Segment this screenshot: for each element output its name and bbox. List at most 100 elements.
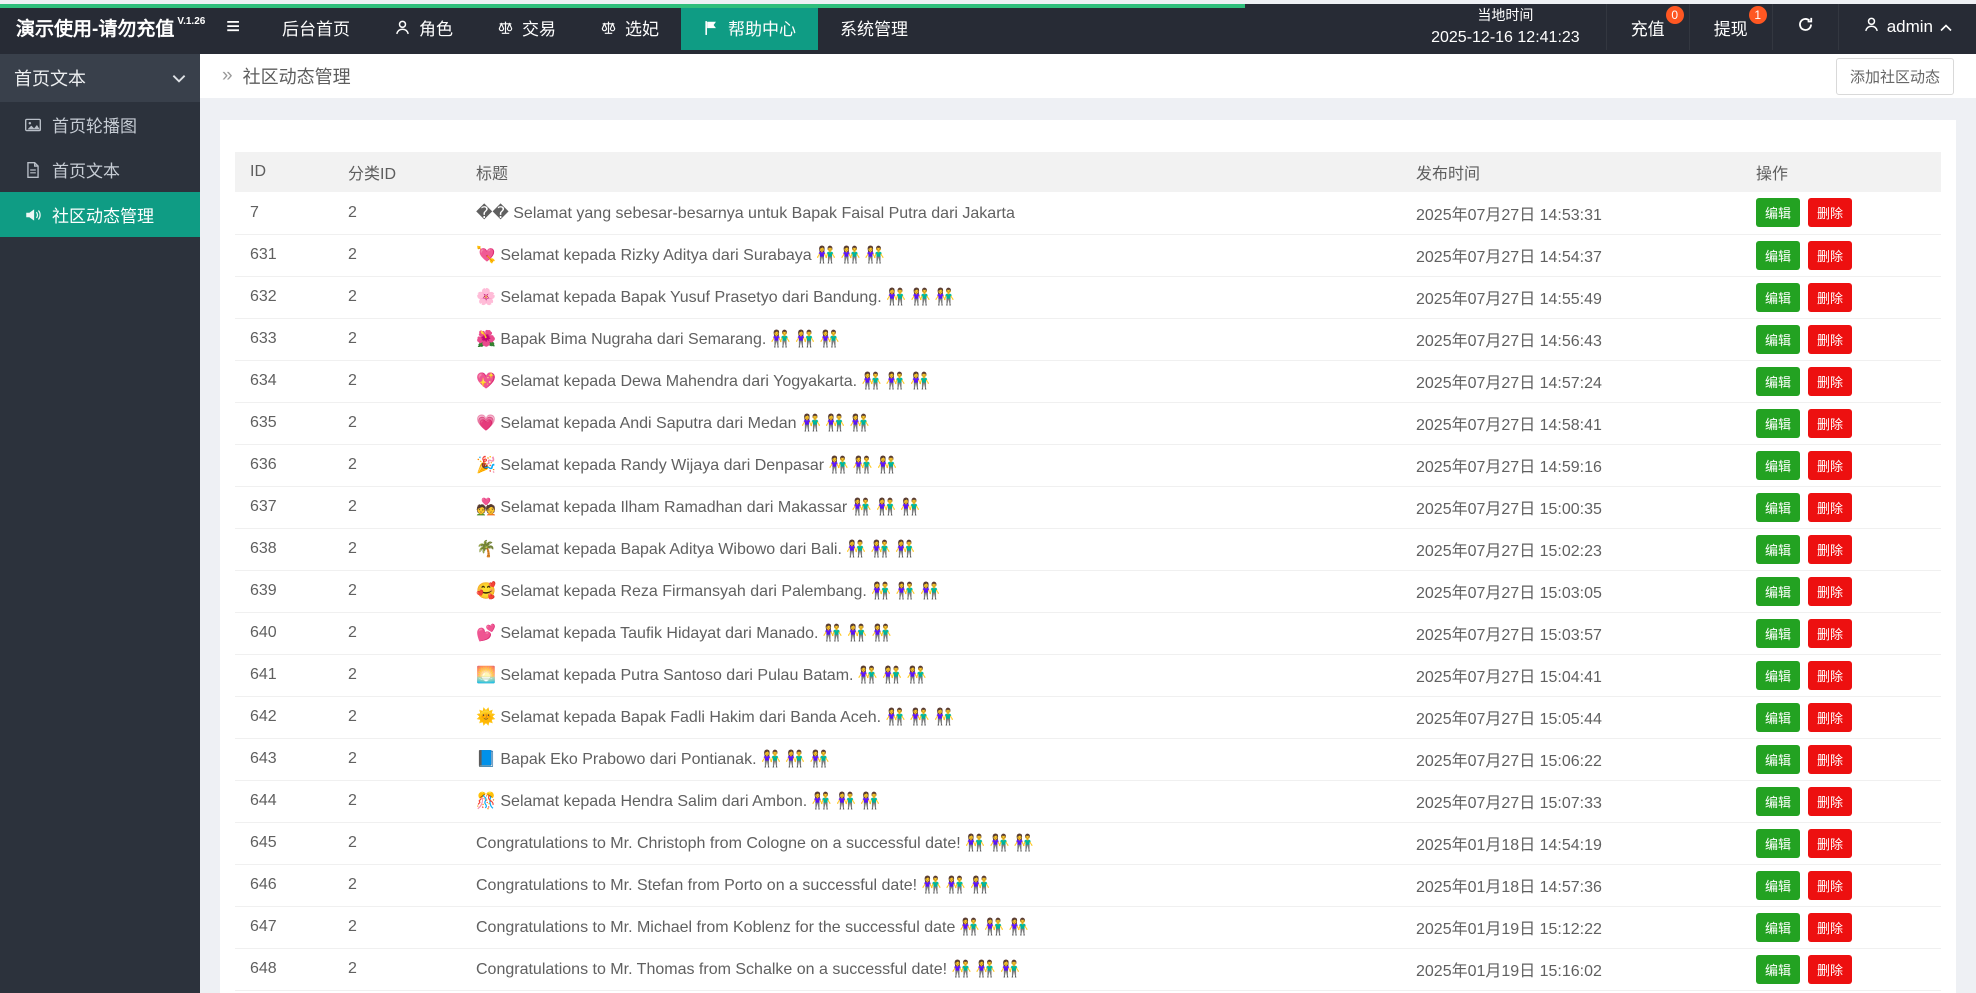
- edit-button[interactable]: 编辑: [1756, 240, 1801, 270]
- delete-button[interactable]: 删除: [1808, 870, 1853, 900]
- nav-item-1[interactable]: 后台首页: [260, 4, 372, 50]
- nav-item-label: 选妃: [625, 19, 659, 39]
- cell-category-id: 2: [333, 906, 461, 949]
- delete-button[interactable]: 删除: [1808, 660, 1853, 690]
- edit-button[interactable]: 编辑: [1756, 534, 1801, 564]
- nav-item-6[interactable]: 系统管理: [818, 4, 930, 50]
- cell-title: Congratulations to Mr. Michael from Kobl…: [461, 906, 1401, 949]
- nav-item-4[interactable]: 选妃: [578, 4, 681, 50]
- sidebar-item-2[interactable]: 首页文本: [0, 147, 200, 192]
- sidebar-item-1[interactable]: 首页轮播图: [0, 102, 200, 147]
- table-row: 635 2 💗 Selamat kepada Andi Saputra dari M…: [235, 402, 1941, 445]
- cell-category-id: 2: [333, 738, 461, 781]
- edit-button[interactable]: 编辑: [1756, 618, 1801, 648]
- nav-item-5[interactable]: 帮助中心: [681, 4, 818, 50]
- edit-button[interactable]: 编辑: [1756, 576, 1801, 606]
- edit-button[interactable]: 编辑: [1756, 870, 1801, 900]
- cell-category-id: 2: [333, 276, 461, 319]
- cell-id: 648: [235, 948, 333, 991]
- cell-id: 7: [235, 192, 333, 235]
- cell-category-id: 2: [333, 612, 461, 655]
- delete-button[interactable]: 删除: [1808, 912, 1853, 942]
- edit-button[interactable]: 编辑: [1756, 282, 1801, 312]
- edit-button[interactable]: 编辑: [1756, 912, 1801, 942]
- column-header-3: 标题: [461, 152, 1401, 192]
- cell-title: 🎊 Selamat kepada Hendra Salim dari Ambon…: [461, 780, 1401, 823]
- delete-button[interactable]: 删除: [1808, 450, 1853, 480]
- cell-title: Congratulations to Mr. Christoph from Co…: [461, 822, 1401, 865]
- cell-actions: 编辑 删除: [1741, 486, 1941, 529]
- sidebar-section-header[interactable]: 首页文本: [0, 54, 200, 102]
- edit-button[interactable]: 编辑: [1756, 450, 1801, 480]
- cell-title: 🎉 Selamat kepada Randy Wijaya dari Denpa…: [461, 444, 1401, 487]
- table-row: 647 2 Congratulations to Mr. Michael from …: [235, 906, 1941, 949]
- delete-button[interactable]: 删除: [1808, 282, 1853, 312]
- refresh-button[interactable]: [1771, 4, 1838, 50]
- cell-id: 636: [235, 444, 333, 487]
- topbar: 演示使用-请勿充值 V.1.26 ≡ 后台首页 角色 交易 选妃 帮助中心 系统管理 当地时…: [0, 4, 1976, 54]
- table-row: 637 2 💑 Selamat kepada Ilham Ramadhan dari…: [235, 486, 1941, 529]
- topbar-right: 当地时间 2025-12-16 12:41:23 充值 0 提现 1 admin: [1405, 4, 1976, 50]
- delete-button[interactable]: 删除: [1808, 534, 1853, 564]
- add-community-post-button[interactable]: 添加社区动态: [1835, 57, 1954, 95]
- delete-button[interactable]: 删除: [1808, 492, 1853, 522]
- chevron-down-icon: [172, 74, 186, 83]
- edit-button[interactable]: 编辑: [1756, 366, 1801, 396]
- delete-button[interactable]: 删除: [1808, 618, 1853, 648]
- cell-category-id: 2: [333, 318, 461, 361]
- local-time-label: 当地时间: [1477, 7, 1534, 24]
- cell-category-id: 2: [333, 360, 461, 403]
- edit-button[interactable]: 编辑: [1756, 702, 1801, 732]
- delete-button[interactable]: 删除: [1808, 240, 1853, 270]
- sidebar-item-3[interactable]: 社区动态管理: [0, 192, 200, 237]
- chevron-up-icon: [1940, 17, 1952, 37]
- cell-actions: 编辑 删除: [1741, 654, 1941, 697]
- cell-actions: 编辑 删除: [1741, 570, 1941, 613]
- withdraw-button[interactable]: 提现 1: [1688, 4, 1772, 50]
- delete-button[interactable]: 删除: [1808, 324, 1853, 354]
- edit-button[interactable]: 编辑: [1756, 828, 1801, 858]
- cell-title: �� Selamat yang sebesar-besarnya untuk B…: [461, 192, 1401, 235]
- edit-button[interactable]: 编辑: [1756, 786, 1801, 816]
- delete-button[interactable]: 删除: [1808, 828, 1853, 858]
- cell-actions: 编辑 删除: [1741, 318, 1941, 361]
- delete-button[interactable]: 删除: [1808, 702, 1853, 732]
- cell-actions: 编辑 删除: [1741, 528, 1941, 571]
- delete-button[interactable]: 删除: [1808, 576, 1853, 606]
- delete-button[interactable]: 删除: [1808, 744, 1853, 774]
- cell-publish-time: 2025年07月27日 14:55:49: [1401, 276, 1741, 319]
- delete-button[interactable]: 删除: [1808, 198, 1853, 228]
- cell-category-id: 2: [333, 234, 461, 277]
- edit-button[interactable]: 编辑: [1756, 744, 1801, 774]
- edit-button[interactable]: 编辑: [1756, 660, 1801, 690]
- recharge-button[interactable]: 充值 0: [1605, 4, 1689, 50]
- cell-category-id: 2: [333, 402, 461, 445]
- sidebar-item-label: 首页轮播图: [52, 117, 137, 136]
- nav-item-3[interactable]: 交易: [475, 4, 578, 50]
- cell-publish-time: 2025年07月27日 14:59:16: [1401, 444, 1741, 487]
- edit-button[interactable]: 编辑: [1756, 198, 1801, 228]
- cell-category-id: 2: [333, 822, 461, 865]
- delete-button[interactable]: 删除: [1808, 786, 1853, 816]
- refresh-icon: [1797, 16, 1814, 38]
- nav-item-2[interactable]: 角色: [372, 4, 475, 50]
- hamburger-icon: ≡: [225, 13, 240, 40]
- cell-actions: 编辑 删除: [1741, 696, 1941, 739]
- admin-menu[interactable]: admin: [1837, 4, 1976, 50]
- edit-button[interactable]: 编辑: [1756, 324, 1801, 354]
- menu-toggle-button[interactable]: ≡: [206, 4, 260, 50]
- cell-category-id: 2: [333, 780, 461, 823]
- edit-button[interactable]: 编辑: [1756, 408, 1801, 438]
- withdraw-badge: 1: [1748, 6, 1767, 24]
- breadcrumb-arrow-icon: »: [222, 65, 233, 86]
- edit-button[interactable]: 编辑: [1756, 492, 1801, 522]
- cell-actions: 编辑 删除: [1741, 234, 1941, 277]
- delete-button[interactable]: 删除: [1808, 408, 1853, 438]
- delete-button[interactable]: 删除: [1808, 366, 1853, 396]
- delete-button[interactable]: 删除: [1808, 954, 1853, 984]
- cell-title: 💕 Selamat kepada Taufik Hidayat dari Man…: [461, 612, 1401, 655]
- cell-publish-time: 2025年01月18日 14:54:19: [1401, 822, 1741, 865]
- edit-button[interactable]: 编辑: [1756, 954, 1801, 984]
- column-header-5: 操作: [1741, 152, 1941, 192]
- local-time: 当地时间 2025-12-16 12:41:23: [1405, 4, 1606, 50]
